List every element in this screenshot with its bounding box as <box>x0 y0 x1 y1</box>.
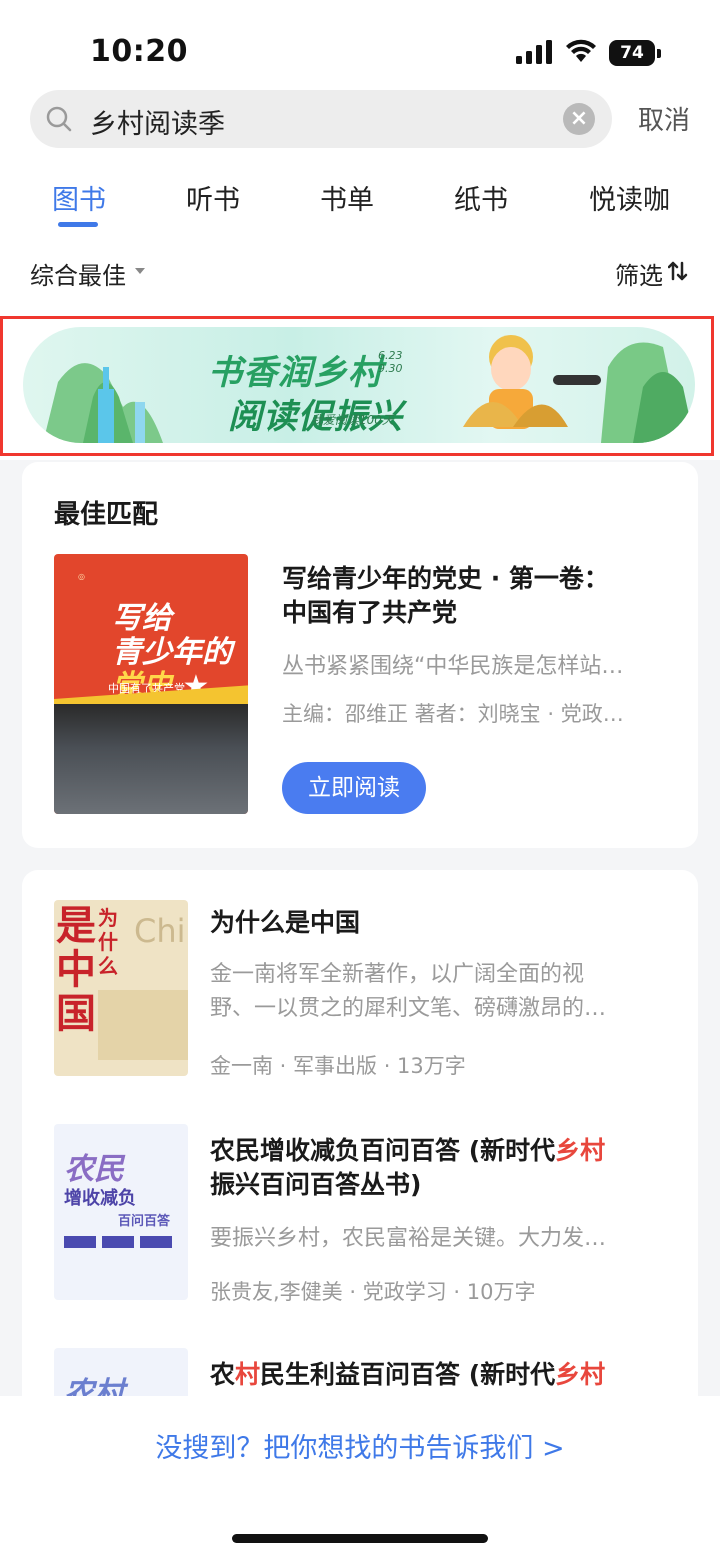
cover-title-1: 农民 <box>64 1152 124 1187</box>
book-title-part1: 农 <box>210 1360 236 1389</box>
book-title-highlight: 乡村 <box>555 1136 606 1165</box>
book-title[interactable]: 农民增收减负百问百答 (新时代乡村 振兴百问百答丛书) <box>210 1134 670 1202</box>
banner-title-line1: 书香润乡村 <box>208 353 383 393</box>
wifi-icon <box>566 39 596 62</box>
cover-english-title: China <box>134 912 188 950</box>
cancel-button[interactable]: 取消 <box>638 100 690 137</box>
book-cover[interactable]: ◎ 写给 青少年的 党史 ★ 中国有了共产党 <box>54 554 248 814</box>
book-meta: 张贵友,李健美 · 党政学习 · 10万字 <box>210 1280 536 1304</box>
cover-title-3: 百问百答 <box>118 1214 171 1229</box>
search-query-text: 乡村阅读季 <box>90 109 225 140</box>
request-book-link[interactable]: 没搜到？把你想找的书告诉我们 > <box>0 1426 720 1465</box>
book-title[interactable]: 农村民生利益百问百答 (新时代乡村 <box>210 1358 670 1392</box>
book-description: 要振兴乡村，农民富裕是关键。大力发… <box>210 1226 607 1251</box>
book-title[interactable]: 写给青少年的党史 · 第一卷： 中国有了共产党 <box>282 562 672 630</box>
read-now-button[interactable]: 立即阅读 <box>282 762 426 814</box>
battery-icon: 74 <box>609 40 661 66</box>
book-description-line2: 野、一以贯之的犀利文笔、磅礴激昂的… <box>210 996 607 1021</box>
book-title-part2: 民生利益百问百答 (新时代 <box>260 1360 556 1389</box>
cover-tag-row <box>64 1236 174 1248</box>
category-tabs: 图书 听书 书单 纸书 悦读咖 <box>0 172 720 232</box>
book-title-line1: 农民增收减负百问百答 (新时代乡村 <box>210 1134 670 1168</box>
book-title-line2: 中国有了共产党 <box>282 598 458 627</box>
cover-photo <box>54 704 248 814</box>
banner-subtitle: 我爱阅读100天 <box>311 413 394 427</box>
book-title-highlight1: 村 <box>235 1360 261 1389</box>
best-match-heading: 最佳匹配 <box>54 500 159 530</box>
tab-reading-cafe[interactable]: 悦读咖 <box>589 178 670 217</box>
sort-arrows-icon[interactable] <box>668 261 688 281</box>
cellular-signal-icon <box>516 40 552 64</box>
battery-cap <box>657 49 661 58</box>
promo-banner[interactable]: 书香润乡村 阅读促振兴 6.23 9.30 我爱阅读100天 <box>23 327 695 443</box>
book-meta: 主编：邵维正 著者：刘晓宝 · 党政… <box>282 702 624 726</box>
book-title-line1: 写给青少年的党史 · 第一卷： <box>282 564 609 593</box>
sort-bar: 综合最佳 筛选 <box>0 248 720 292</box>
banner-date-start: 6.23 <box>378 349 403 362</box>
battery-level: 74 <box>609 40 655 66</box>
book-description: 丛书紧紧围绕“中华民族是怎样站… <box>282 654 624 679</box>
cover-big-title: 是中国 <box>56 903 96 1037</box>
filter-button[interactable]: 筛选 <box>615 256 663 291</box>
bottom-bar: 没搜到？把你想找的书告诉我们 > <box>0 1396 720 1561</box>
book-title-part1: 农民增收减负百问百答 (新时代 <box>210 1136 556 1165</box>
cover-series-mark: ◎ <box>78 572 85 581</box>
cover-small-title: 为什么 <box>98 906 118 978</box>
banner-highlight-frame: 书香润乡村 阅读促振兴 6.23 9.30 我爱阅读100天 <box>0 316 714 456</box>
search-icon <box>46 106 72 132</box>
search-results-page: 10:20 74 乡村阅读季 × 取消 图书 听书 书单 纸书 悦读咖 综合最佳… <box>0 0 720 1561</box>
sort-dropdown[interactable]: 综合最佳 <box>30 256 126 291</box>
cover-title-line2: 青少年的 <box>112 635 232 670</box>
active-tab-indicator <box>58 222 98 227</box>
tab-audiobooks[interactable]: 听书 <box>186 178 240 217</box>
tab-booklists[interactable]: 书单 <box>320 178 374 217</box>
header-area: 10:20 74 乡村阅读季 × 取消 图书 听书 书单 纸书 悦读咖 综合最佳… <box>0 0 720 460</box>
book-meta: 金一南 · 军事出版 · 13万字 <box>210 1054 466 1078</box>
banner-date-end: 9.30 <box>378 362 403 375</box>
best-match-card[interactable]: 最佳匹配 ◎ 写给 青少年的 党史 ★ 中国有了共产党 写给青少年的党史 · 第… <box>22 462 698 848</box>
book-cover[interactable]: 农民 增收减负 百问百答 <box>54 1124 188 1300</box>
cover-title-line1: 写给 <box>112 601 172 636</box>
status-time: 10:20 <box>90 34 188 69</box>
home-indicator[interactable] <box>232 1534 488 1543</box>
book-title-highlight2: 乡村 <box>555 1360 606 1389</box>
search-input[interactable]: 乡村阅读季 × <box>30 90 612 148</box>
book-cover[interactable]: 是中国 为什么 China <box>54 900 188 1076</box>
book-title-line2: 振兴百问百答丛书) <box>210 1170 422 1199</box>
caret-down-icon[interactable] <box>135 268 145 274</box>
tab-paper-books[interactable]: 纸书 <box>454 178 508 217</box>
tab-books[interactable]: 图书 <box>52 178 106 217</box>
status-bar: 10:20 74 <box>0 0 720 90</box>
clear-icon[interactable]: × <box>563 103 595 135</box>
banner-dates: 6.23 9.30 <box>378 349 403 375</box>
book-title[interactable]: 为什么是中国 <box>210 906 660 940</box>
cover-title-2: 增收减负 <box>64 1188 136 1209</box>
cover-band <box>98 990 188 1060</box>
book-description-line1: 金一南将军全新著作，以广阔全面的视 <box>210 962 585 987</box>
